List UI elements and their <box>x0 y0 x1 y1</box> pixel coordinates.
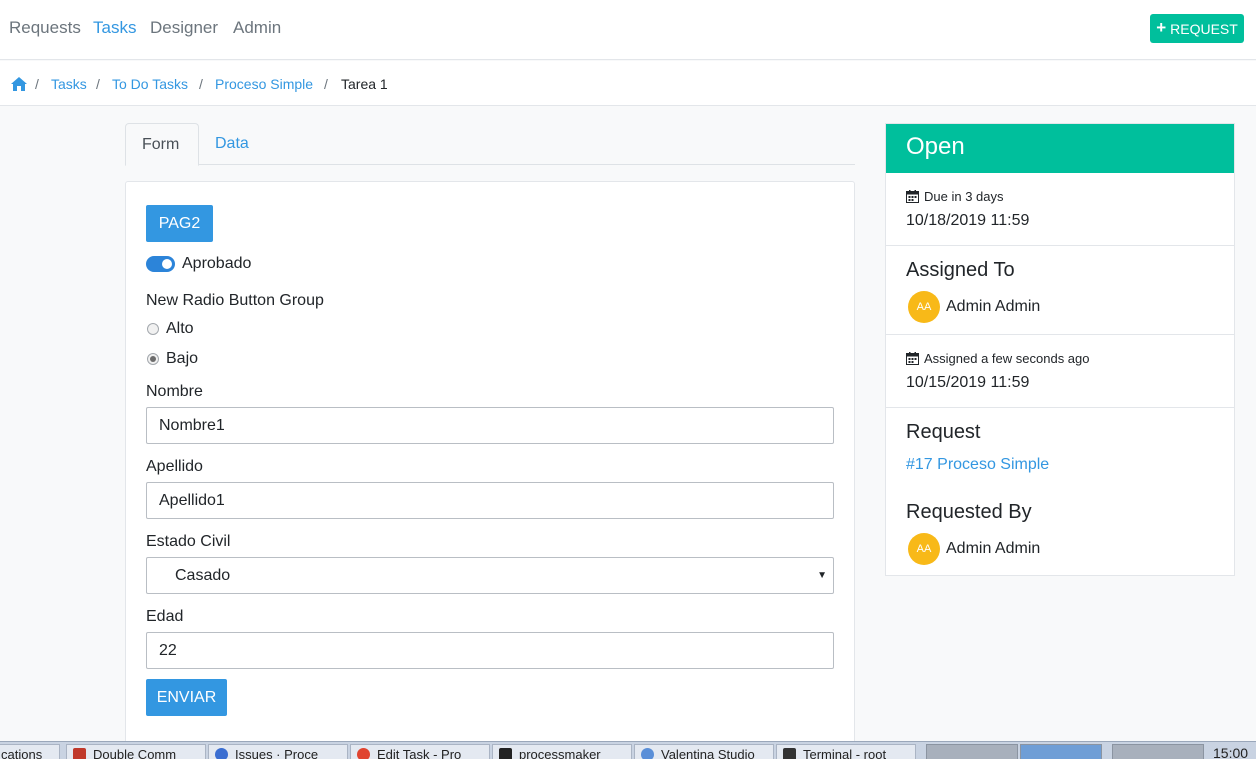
estado-civil-select[interactable]: Casado ▼ <box>146 557 834 594</box>
due-label-row: Due in 3 days <box>906 189 1004 204</box>
taskbar-item-label: Issues · Proce <box>235 747 319 759</box>
calendar-icon <box>906 190 919 203</box>
breadcrumb-separator: / <box>199 76 203 92</box>
calendar-icon <box>906 352 919 365</box>
taskbar-item[interactable]: Issues · Proce <box>208 744 348 759</box>
top-navbar: Requests Tasks Designer Admin + REQUEST <box>0 0 1256 60</box>
taskbar-item[interactable]: Double Comm <box>66 744 206 759</box>
workspace-3[interactable] <box>1112 744 1204 759</box>
toggle-knob <box>162 259 172 269</box>
browser-icon <box>215 748 228 759</box>
form-card: PAG2 Aprobado New Radio Button Group Alt… <box>125 181 855 759</box>
taskbar-item[interactable]: Edit Task - Pro <box>350 744 490 759</box>
tab-data[interactable]: Data <box>199 123 265 165</box>
assigned-label-row: Assigned a few seconds ago <box>906 351 1090 366</box>
new-request-button[interactable]: + REQUEST <box>1150 14 1244 43</box>
terminal-icon <box>783 748 796 759</box>
enviar-button[interactable]: ENVIAR <box>146 679 227 716</box>
workspace-1[interactable] <box>926 744 1018 759</box>
breadcrumb: / Tasks / To Do Tasks / Proceso Simple /… <box>0 61 1256 106</box>
radio-group-label: New Radio Button Group <box>146 292 324 309</box>
db-icon <box>641 748 654 759</box>
caret-down-icon: ▼ <box>817 570 827 581</box>
due-date: 10/18/2019 11:59 <box>906 212 1030 229</box>
nav-designer[interactable]: Designer <box>150 18 218 38</box>
app-icon <box>73 748 86 759</box>
estado-civil-label: Estado Civil <box>146 533 231 550</box>
task-info-sidebar: Open Due in 3 days 10/18/2019 11:59 Assi… <box>885 123 1235 576</box>
requested-by-heading: Requested By <box>906 501 1032 523</box>
nav-requests[interactable]: Requests <box>9 18 81 38</box>
taskbar-item[interactable]: Valentina Studio <box>634 744 774 759</box>
plus-icon: + <box>1156 18 1167 37</box>
status-header: Open <box>886 124 1234 173</box>
radio-alto-label: Alto <box>166 320 194 337</box>
assigned-label: Assigned a few seconds ago <box>924 351 1090 366</box>
nombre-input[interactable]: Nombre1 <box>146 407 834 444</box>
avatar: AA <box>908 533 940 565</box>
breadcrumb-tasks[interactable]: Tasks <box>51 76 87 92</box>
nav-admin[interactable]: Admin <box>233 18 281 38</box>
edad-label: Edad <box>146 608 184 625</box>
workspace-2[interactable] <box>1020 744 1102 759</box>
home-icon[interactable] <box>11 77 27 91</box>
radio-bajo-label: Bajo <box>166 350 199 367</box>
taskbar-item[interactable]: cations <box>0 744 60 759</box>
breadcrumb-proceso-simple[interactable]: Proceso Simple <box>215 76 313 92</box>
request-link[interactable]: #17 Proceso Simple <box>906 456 1049 474</box>
browser-icon <box>357 748 370 759</box>
nombre-label: Nombre <box>146 383 203 400</box>
clock: 15:00 <box>1213 745 1249 759</box>
task-tabs: Form Data <box>125 123 855 166</box>
apellido-label: Apellido <box>146 458 203 475</box>
assigned-section: Assigned a few seconds ago 10/15/2019 11… <box>886 335 1234 408</box>
breadcrumb-separator: / <box>96 76 100 92</box>
due-label: Due in 3 days <box>924 189 1004 204</box>
breadcrumb-separator: / <box>324 76 328 92</box>
due-section: Due in 3 days 10/18/2019 11:59 <box>886 173 1234 246</box>
estado-civil-value: Casado <box>175 567 231 584</box>
page2-button[interactable]: PAG2 <box>146 205 213 242</box>
avatar: AA <box>908 291 940 323</box>
assigned-date: 10/15/2019 11:59 <box>906 374 1030 391</box>
os-taskbar: cations Double Comm Issues · Proce Edit … <box>0 741 1256 759</box>
requested-by-name[interactable]: Admin Admin <box>946 540 1040 558</box>
assigned-to-name[interactable]: Admin Admin <box>946 298 1040 316</box>
taskbar-item-label: processmaker <box>519 747 601 759</box>
radio-bajo[interactable] <box>147 353 159 365</box>
aprobado-toggle[interactable] <box>146 256 175 272</box>
new-request-label: REQUEST <box>1170 20 1238 37</box>
taskbar-item-label: Double Comm <box>93 747 177 759</box>
radio-alto[interactable] <box>147 323 159 335</box>
ide-icon <box>499 748 512 759</box>
request-section: Request #17 Proceso Simple Requested By … <box>886 408 1234 577</box>
tab-form[interactable]: Form <box>125 123 199 166</box>
taskbar-item[interactable]: processmaker <box>492 744 632 759</box>
taskbar-item-label: Terminal - root <box>803 747 887 759</box>
request-heading: Request <box>906 421 981 443</box>
taskbar-item[interactable]: Terminal - root <box>776 744 916 759</box>
assigned-to-heading: Assigned To <box>906 259 1015 281</box>
taskbar-item-label: Valentina Studio <box>661 747 755 759</box>
aprobado-label: Aprobado <box>182 255 252 272</box>
breadcrumb-separator: / <box>35 76 39 92</box>
apellido-input[interactable]: Apellido1 <box>146 482 834 519</box>
nav-tasks[interactable]: Tasks <box>93 18 136 38</box>
breadcrumb-current: Tarea 1 <box>341 76 388 92</box>
taskbar-item-label: Edit Task - Pro <box>377 747 462 759</box>
assigned-to-section: Assigned To AA Admin Admin <box>886 246 1234 335</box>
breadcrumb-todo-tasks[interactable]: To Do Tasks <box>112 76 188 92</box>
edad-input[interactable]: 22 <box>146 632 834 669</box>
